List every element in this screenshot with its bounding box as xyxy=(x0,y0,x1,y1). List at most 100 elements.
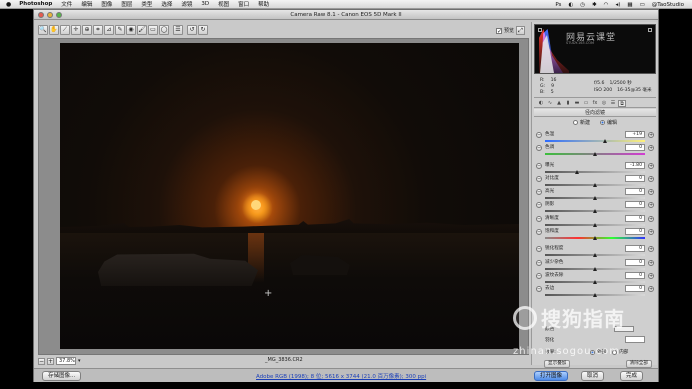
effect-inside-radio[interactable] xyxy=(612,349,618,355)
decrease-icon[interactable]: − xyxy=(536,229,542,236)
slider-value-field[interactable]: 0 xyxy=(625,188,645,196)
bluetooth-icon[interactable]: ✱ xyxy=(592,2,597,8)
clock-icon[interactable]: ◷ xyxy=(580,2,585,8)
preview-checkbox[interactable]: ✓ 预览 xyxy=(496,27,514,34)
cancel-button[interactable]: 取消 xyxy=(581,371,605,381)
radial-filter-icon[interactable]: ◯ xyxy=(159,25,169,35)
apple-menu-icon[interactable]: ● xyxy=(6,1,11,8)
mode-new-radio[interactable] xyxy=(572,120,578,125)
menu-select[interactable]: 选择 xyxy=(161,0,172,8)
sync-icon[interactable]: ◐ xyxy=(568,2,573,8)
increase-icon[interactable]: + xyxy=(648,272,654,279)
slider-value-field[interactable]: 0 xyxy=(625,258,645,266)
hand-icon[interactable]: ✋ xyxy=(49,25,59,35)
color-swatch[interactable] xyxy=(614,326,634,332)
mode-edit-radio[interactable] xyxy=(600,120,605,125)
decrease-icon[interactable]: − xyxy=(536,286,542,293)
menu-image[interactable]: 图像 xyxy=(101,0,112,8)
increase-icon[interactable]: + xyxy=(648,162,654,169)
slider-value-field[interactable]: 0 xyxy=(625,271,645,279)
increase-icon[interactable]: + xyxy=(648,286,654,293)
clear-all-button[interactable]: 清除全部 xyxy=(625,360,652,368)
menu-edit[interactable]: 编辑 xyxy=(81,0,92,8)
shadow-clipping-icon[interactable] xyxy=(538,28,542,32)
mode-new-option[interactable]: 新建 xyxy=(572,119,590,126)
slider-value-field[interactable]: 0 xyxy=(625,214,645,222)
slider-value-field[interactable]: 0 xyxy=(625,245,645,253)
menu-window[interactable]: 窗口 xyxy=(238,0,249,8)
slider-thumb[interactable] xyxy=(593,293,597,298)
workflow-options-link[interactable]: Adobe RGB (1998); 8 位; 5616 x 3744 (21.0… xyxy=(256,372,426,380)
menu-layer[interactable]: 图层 xyxy=(121,0,132,8)
decrease-icon[interactable]: − xyxy=(536,132,542,138)
crop-icon[interactable]: ⌗ xyxy=(93,25,103,35)
done-button[interactable]: 完成 xyxy=(620,371,644,381)
decrease-icon[interactable]: − xyxy=(536,215,542,222)
increase-icon[interactable]: + xyxy=(648,259,654,266)
minimize-window-icon[interactable] xyxy=(47,12,53,18)
tab-snapshots-icon[interactable]: ⧉ xyxy=(618,99,626,107)
target-adjust-icon[interactable]: ⊕ xyxy=(82,25,92,35)
slider-value-field[interactable]: 0 xyxy=(625,228,645,236)
zoom-out-button[interactable]: − xyxy=(38,357,45,365)
slider-value-field[interactable]: +19 xyxy=(625,131,645,138)
ps-status-icon[interactable]: Ps xyxy=(555,2,561,8)
slider-thumb[interactable] xyxy=(593,236,597,241)
slider-value-field[interactable]: 0 xyxy=(625,201,645,209)
rotate-left-icon[interactable]: ↺ xyxy=(187,25,197,35)
slider-value-field[interactable]: 0 xyxy=(625,285,645,293)
preview-photo[interactable]: + xyxy=(60,43,519,349)
menu-3d[interactable]: 3D xyxy=(201,1,209,7)
tab-hsl-icon[interactable]: ▮ xyxy=(564,100,572,107)
increase-icon[interactable]: + xyxy=(648,145,654,152)
slider-value-field[interactable]: 0 xyxy=(625,144,645,152)
effect-inside-option[interactable]: 内部 xyxy=(612,349,628,355)
tab-basic-icon[interactable]: ◐ xyxy=(537,100,545,107)
decrease-icon[interactable]: − xyxy=(536,189,542,196)
red-eye-icon[interactable]: ◉ xyxy=(126,25,136,35)
mode-edit-option[interactable]: 编辑 xyxy=(600,119,617,126)
close-window-icon[interactable] xyxy=(38,12,44,18)
spot-removal-icon[interactable]: ✎ xyxy=(115,25,125,35)
graduated-filter-icon[interactable]: ▭ xyxy=(148,25,158,35)
increase-icon[interactable]: + xyxy=(648,246,654,253)
increase-icon[interactable]: + xyxy=(648,229,654,236)
preview-checkbox-box[interactable]: ✓ xyxy=(496,27,502,34)
increase-icon[interactable]: + xyxy=(648,215,654,222)
tab-camera-calibration-icon[interactable]: ◎ xyxy=(600,100,608,107)
decrease-icon[interactable]: − xyxy=(536,162,542,169)
highlight-clipping-icon[interactable] xyxy=(648,28,652,32)
color-sampler-icon[interactable]: ✛ xyxy=(71,25,81,35)
decrease-icon[interactable]: − xyxy=(536,202,542,209)
user-name[interactable]: @TaoStudio xyxy=(652,2,684,8)
increase-icon[interactable]: + xyxy=(648,132,654,138)
zoom-icon[interactable]: 🔍 xyxy=(38,25,48,35)
show-overlay-checkbox[interactable]: 显示叠加 xyxy=(544,360,571,368)
decrease-icon[interactable]: − xyxy=(536,246,542,253)
white-balance-icon[interactable]: ⟋ xyxy=(60,25,70,35)
slider-value-field[interactable]: -1.80 xyxy=(625,161,645,169)
increase-icon[interactable]: + xyxy=(648,189,654,196)
slider-track[interactable] xyxy=(545,140,645,142)
zoom-window-icon[interactable] xyxy=(56,12,62,18)
zoom-level[interactable]: 37.8% xyxy=(56,357,76,365)
slider-value-field[interactable]: 0 xyxy=(625,174,645,182)
menu-filter[interactable]: 滤镜 xyxy=(181,0,192,8)
open-image-button[interactable]: 打开图像 xyxy=(534,371,569,381)
menu-file[interactable]: 文件 xyxy=(61,0,72,8)
effect-outside-option[interactable]: 外部 xyxy=(590,349,606,355)
tab-effects-icon[interactable]: fx xyxy=(591,100,599,107)
battery-icon[interactable]: ▭ xyxy=(640,2,645,8)
save-image-button[interactable]: 存储图像... xyxy=(42,371,82,381)
tab-lens-icon[interactable]: ▭ xyxy=(582,100,590,107)
feather-value[interactable] xyxy=(625,336,645,343)
decrease-icon[interactable]: − xyxy=(536,259,542,266)
decrease-icon[interactable]: − xyxy=(536,272,542,279)
image-canvas-area[interactable]: + xyxy=(38,38,529,355)
decrease-icon[interactable]: − xyxy=(536,175,542,182)
slider-track[interactable] xyxy=(545,170,645,173)
tab-split-toning-icon[interactable]: ▬ xyxy=(573,100,581,107)
zoom-in-button[interactable]: + xyxy=(47,357,54,365)
straighten-icon[interactable]: ⊿ xyxy=(104,25,114,35)
wifi-icon[interactable]: ◠ xyxy=(604,2,609,8)
